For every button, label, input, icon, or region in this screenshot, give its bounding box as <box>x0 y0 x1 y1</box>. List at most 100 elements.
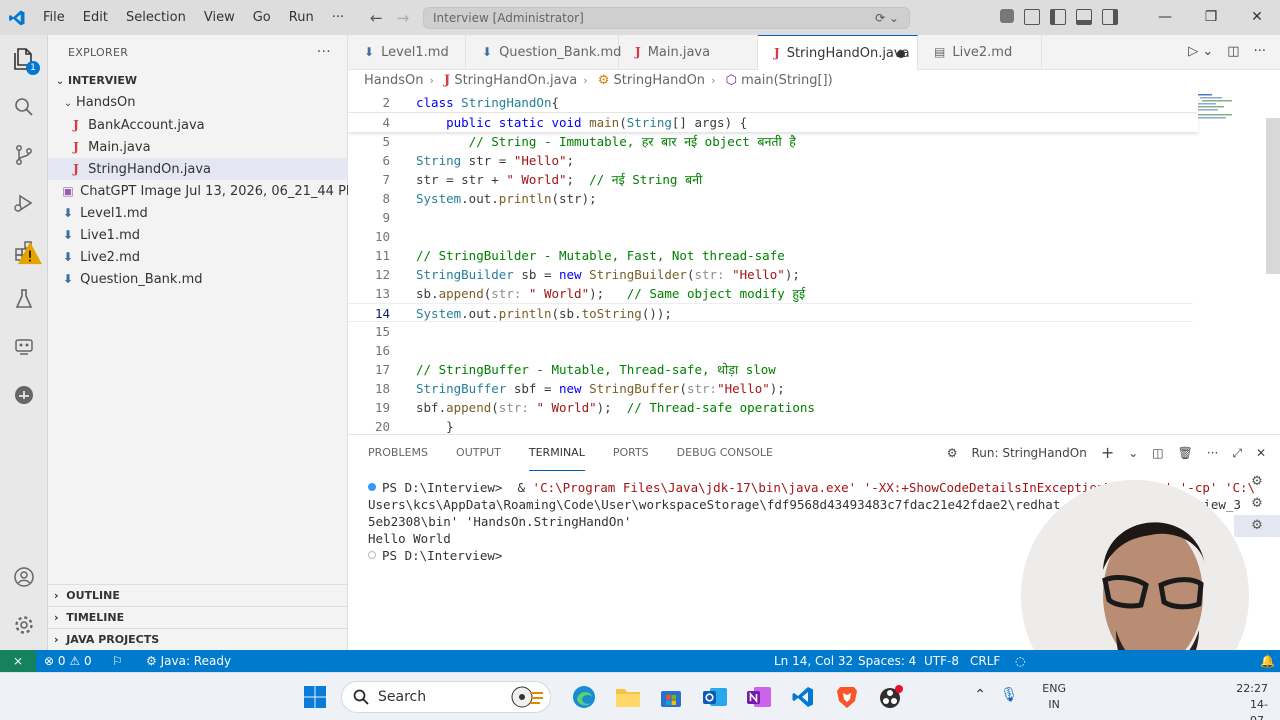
vscode-taskbar-icon[interactable] <box>788 682 818 712</box>
java-projects-section[interactable]: › JAVA PROJECTS <box>48 628 348 650</box>
editor-scrollbar[interactable] <box>1266 118 1280 274</box>
folder-handson[interactable]: ⌄ HandsOn <box>48 92 348 114</box>
remote-indicator-icon[interactable]: ⨯ <box>0 650 36 672</box>
code-editor[interactable]: 2 class StringHandOn{ 4 public static voi… <box>348 92 1280 434</box>
system-clock[interactable]: 22:27 14-07-2026 <box>1236 681 1268 720</box>
run-play-icon[interactable]: ▷ ⌄ <box>1188 44 1213 59</box>
tray-chevron-up-icon[interactable]: ⌃ <box>974 687 986 703</box>
taskbar-search[interactable]: Search <box>341 681 551 713</box>
menu-file[interactable]: File <box>34 0 74 35</box>
terminal-dropdown-chevron-icon[interactable]: ⌄ <box>1128 435 1138 471</box>
edge-browser-icon[interactable] <box>569 682 599 712</box>
tab-stringhandon-java[interactable]: J StringHandOn.java <box>758 35 918 70</box>
menu-edit[interactable]: Edit <box>74 0 117 35</box>
restore-icon[interactable]: ❐ <box>1188 0 1234 35</box>
close-icon[interactable]: ✕ <box>1234 0 1280 35</box>
run-debug-icon[interactable] <box>0 179 48 227</box>
breadcrumb-folder[interactable]: HandsOn <box>364 73 423 88</box>
command-center[interactable]: Interview [Administrator] ⟳ ⌄ <box>423 7 910 29</box>
tab-ports[interactable]: PORTS <box>613 435 649 471</box>
java-status[interactable]: ⚙ Java: Ready <box>146 650 231 672</box>
copilot-icon[interactable] <box>1000 9 1014 23</box>
breadcrumb-method[interactable]: main(String[]) <box>741 73 833 88</box>
file-item[interactable]: ⬇ Level1.md <box>48 202 348 224</box>
file-item[interactable]: J BankAccount.java <box>48 114 348 136</box>
file-item[interactable]: ⬇ Live1.md <box>48 224 348 246</box>
outlook-icon[interactable] <box>700 682 730 712</box>
accounts-icon[interactable] <box>0 553 48 601</box>
windows-start-icon[interactable] <box>300 682 330 712</box>
ports-forward-icon[interactable]: ⚐ <box>112 650 123 672</box>
new-terminal-plus-icon[interactable]: + <box>1101 435 1114 471</box>
toggle-secondary-sidebar-icon[interactable] <box>1102 9 1118 25</box>
toggle-panel-icon[interactable] <box>1076 9 1092 25</box>
terminal-prompt[interactable]: PS D:\Interview> <box>368 547 502 564</box>
customize-layout-icon[interactable] <box>1024 9 1040 25</box>
terminal-instance-2[interactable]: ⚙ <box>1234 493 1280 515</box>
kill-terminal-trash-icon[interactable]: 🗑 <box>1178 435 1193 471</box>
toggle-sidebar-icon[interactable] <box>1050 9 1066 25</box>
copilot-extension-icon[interactable] <box>0 371 48 419</box>
settings-gear-icon[interactable] <box>0 601 48 649</box>
breadcrumb-file[interactable]: StringHandOn.java <box>454 73 577 88</box>
indentation[interactable]: Spaces: 4 <box>858 650 916 672</box>
outline-section[interactable]: › OUTLINE <box>48 584 348 606</box>
menu-view[interactable]: View <box>195 0 244 35</box>
tab-problems[interactable]: PROBLEMS <box>368 435 428 471</box>
testing-flask-icon[interactable] <box>0 275 48 323</box>
microsoft-store-icon[interactable] <box>656 682 686 712</box>
file-item-selected[interactable]: J StringHandOn.java <box>48 158 348 180</box>
menu-go[interactable]: Go <box>244 0 280 35</box>
line-ending[interactable]: CRLF <box>970 650 1000 672</box>
menu-run[interactable]: Run <box>280 0 323 35</box>
file-item[interactable]: ⬇ Live2.md <box>48 246 348 268</box>
unsaved-dot-icon[interactable] <box>897 50 905 58</box>
minimize-icon[interactable]: — <box>1142 0 1188 35</box>
search-icon[interactable] <box>0 83 48 131</box>
back-arrow-icon[interactable]: ← <box>370 9 383 27</box>
extensions-icon[interactable]: ! <box>0 227 48 275</box>
brave-browser-icon[interactable] <box>832 682 862 712</box>
file-item[interactable]: ▣ ChatGPT Image Jul 13, 2026, 06_21_44 P… <box>48 180 348 202</box>
obs-recorder-icon[interactable] <box>876 682 906 712</box>
terminal-instance-3[interactable]: ⚙ <box>1234 515 1280 537</box>
problems-status[interactable]: ⊗ 0 ⚠ 0 <box>44 650 92 672</box>
timeline-section[interactable]: › TIMELINE <box>48 606 348 628</box>
split-editor-icon[interactable]: ◫ <box>1227 44 1239 59</box>
minimap[interactable] <box>1196 92 1236 122</box>
breadcrumb-class[interactable]: StringHandOn <box>614 73 706 88</box>
tab-live2[interactable]: ▤ Live2.md <box>918 35 1042 70</box>
sync-spinner-icon[interactable]: ◌ <box>1015 650 1025 672</box>
tab-debug-console[interactable]: DEBUG CONSOLE <box>677 435 773 471</box>
tab-question-bank[interactable]: ⬇ Question_Bank.md <box>466 35 621 70</box>
maximize-panel-icon[interactable]: ⤢ <box>1232 435 1242 471</box>
cursor-position[interactable]: Ln 14, Col 32 <box>774 650 853 672</box>
remote-explorer-icon[interactable] <box>0 323 48 371</box>
onenote-icon[interactable] <box>744 682 774 712</box>
terminal-instance-1[interactable]: ⚙ <box>1234 471 1280 493</box>
copilot-chevron-icon[interactable]: ⟳ ⌄ <box>875 8 899 28</box>
explorer-icon[interactable]: 1 <box>0 35 48 83</box>
file-explorer-icon[interactable] <box>613 682 643 712</box>
menu-selection[interactable]: Selection <box>117 0 195 35</box>
close-panel-icon[interactable]: ✕ <box>1256 435 1266 471</box>
file-item[interactable]: ⬇ Question_Bank.md <box>48 268 348 290</box>
notifications-bell-icon[interactable]: 🔔 <box>1260 650 1275 672</box>
tab-level1[interactable]: ⬇ Level1.md <box>348 35 466 70</box>
forward-arrow-icon[interactable]: → <box>397 9 410 27</box>
source-control-icon[interactable] <box>0 131 48 179</box>
workspace-root[interactable]: ⌄ INTERVIEW <box>48 70 348 92</box>
menu-more[interactable]: ··· <box>323 0 353 35</box>
tab-terminal[interactable]: TERMINAL <box>528 435 585 471</box>
panel-more-icon[interactable]: ··· <box>1207 435 1218 471</box>
command-success-dot-icon[interactable] <box>368 483 376 491</box>
terminal-run-label[interactable]: Run: StringHandOn <box>971 435 1086 471</box>
file-item[interactable]: J Main.java <box>48 136 348 158</box>
encoding[interactable]: UTF-8 <box>924 650 959 672</box>
explorer-more-button[interactable]: ··· <box>317 35 331 70</box>
tab-output[interactable]: OUTPUT <box>456 435 501 471</box>
tab-main-java[interactable]: J Main.java <box>619 35 758 70</box>
split-terminal-icon[interactable]: ◫ <box>1152 435 1163 471</box>
microphone-icon[interactable]: 🎙 <box>1000 687 1018 703</box>
input-language[interactable]: ENG IN <box>1042 681 1066 713</box>
